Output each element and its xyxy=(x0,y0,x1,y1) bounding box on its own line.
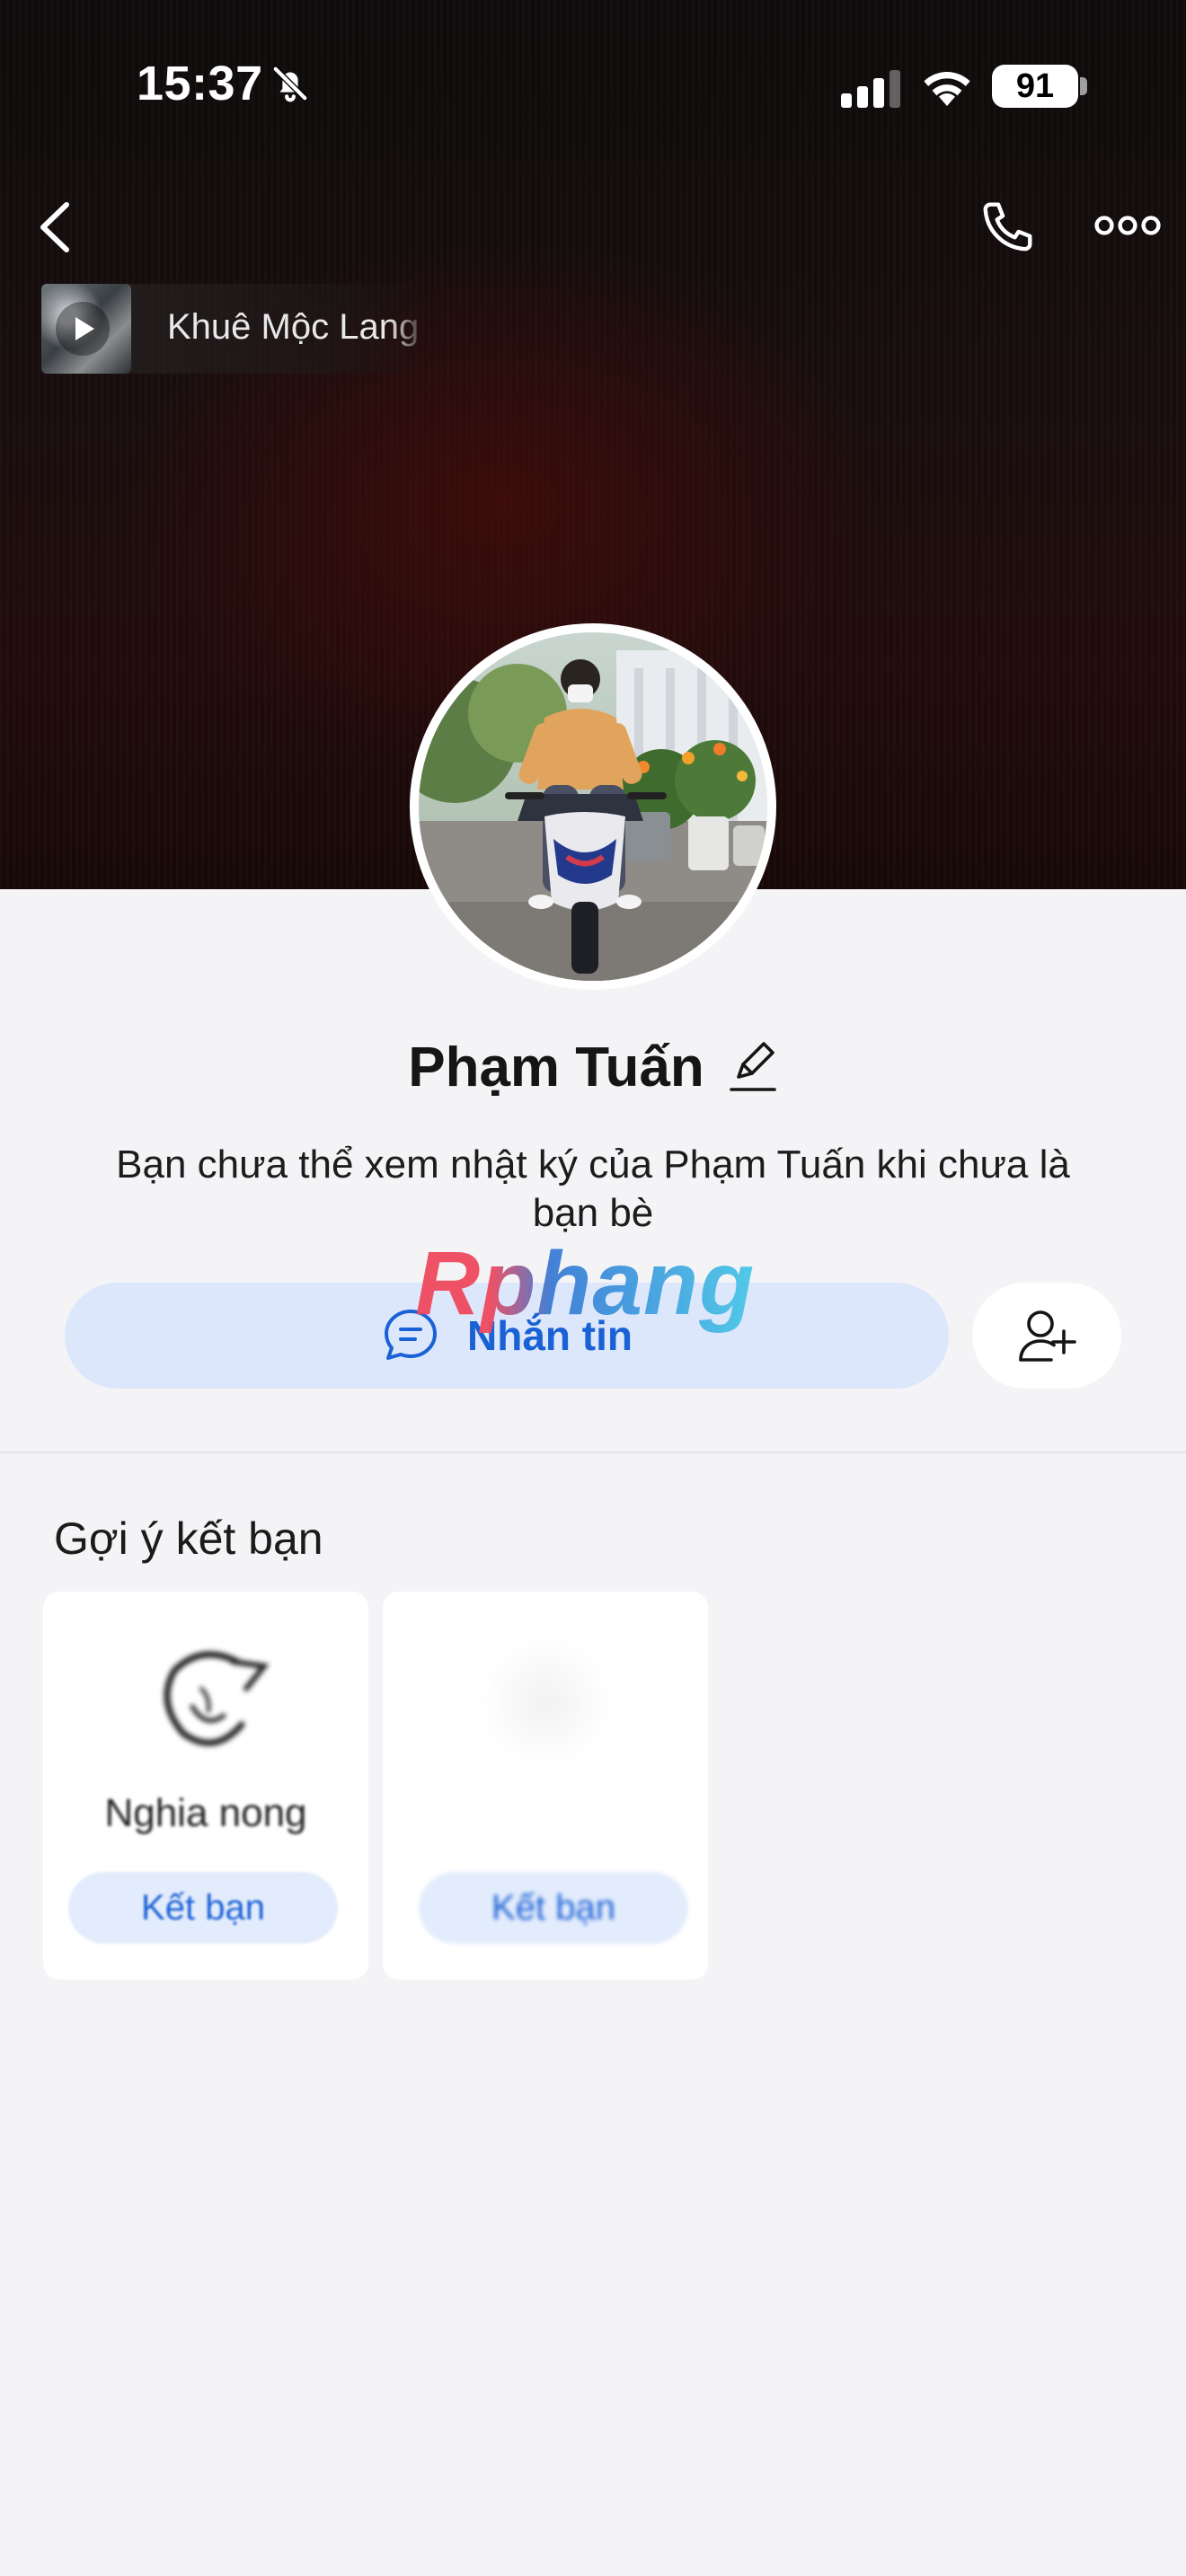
section-divider xyxy=(0,1451,1186,1453)
suggestion-card[interactable]: Nghia nong Kết bạn xyxy=(43,1592,368,1980)
suggestion-card[interactable]: Kết bạn xyxy=(383,1592,708,1980)
music-title: Khuê Mộc Lang xyxy=(167,307,420,347)
suggestion-avatar xyxy=(164,1651,270,1746)
avatar-photo xyxy=(419,632,767,981)
friend-suggestions-title: Gợi ý kết bạn xyxy=(54,1513,323,1564)
profile-name-row: Phạm Tuấn xyxy=(0,1031,1186,1103)
profile-name: Phạm Tuấn xyxy=(408,1036,704,1098)
status-time: 15:37 xyxy=(137,57,263,110)
suggestion-name: Nghia nong xyxy=(104,1791,307,1835)
bell-slash-icon xyxy=(272,66,308,102)
pencil-icon[interactable] xyxy=(728,1039,778,1095)
watermark: Rphang xyxy=(415,1233,756,1334)
diary-restriction-notice: Bạn chưa thể xem nhật ký của Phạm Tuấn k… xyxy=(116,1142,1070,1235)
suggestion-add-button[interactable]: Kết bạn xyxy=(419,1872,688,1944)
battery-indicator: 91 xyxy=(992,65,1078,108)
back-chevron-icon[interactable] xyxy=(34,199,75,255)
add-friend-button[interactable] xyxy=(972,1283,1121,1389)
more-options-icon[interactable] xyxy=(1094,212,1161,239)
battery-tip xyxy=(1080,77,1087,95)
suggestion-avatar xyxy=(478,1635,613,1769)
avatar[interactable] xyxy=(410,623,776,990)
profile-music-chip[interactable]: Khuê Mộc Lang xyxy=(41,284,428,374)
cellular-signal-icon xyxy=(841,70,900,108)
play-icon[interactable] xyxy=(54,300,111,357)
add-friend-icon xyxy=(1019,1310,1076,1362)
phone-icon[interactable] xyxy=(978,198,1037,257)
wifi-icon xyxy=(924,72,970,106)
music-thumbnail xyxy=(41,284,131,374)
suggestion-add-button[interactable]: Kết bạn xyxy=(68,1872,338,1944)
